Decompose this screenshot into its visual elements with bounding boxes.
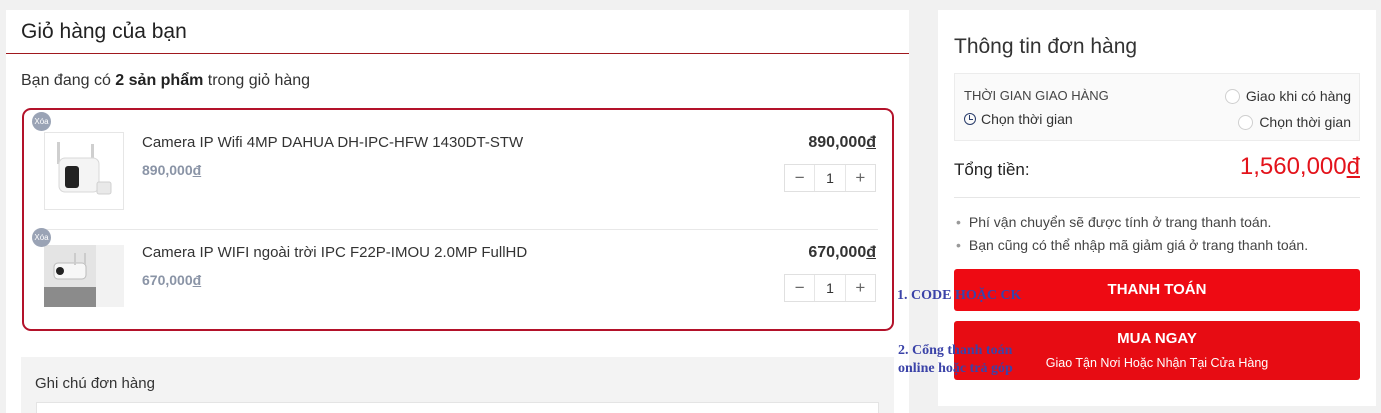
order-note-input[interactable] (36, 402, 879, 413)
qty-input[interactable]: 1 (815, 165, 844, 191)
cart-item: Xóa Camera IP WIFI ngoài trời IPC F22P-I… (32, 228, 878, 340)
delete-item-button[interactable]: Xóa (32, 112, 51, 131)
choose-time-link[interactable]: Chọn thời gian (964, 111, 1073, 127)
currency-symbol: đ (192, 272, 202, 288)
cart-title: Giỏ hàng của bạn (6, 10, 909, 54)
annotation-code-transfer: 1. CODE HOẶC CK (897, 288, 1022, 303)
option-deliver-when-available[interactable]: Giao khi có hàng (1224, 88, 1351, 104)
delivery-time-label: THỜI GIAN GIAO HÀNG (964, 88, 1109, 103)
buy-now-sublabel: Giao Tận Nơi Hoặc Nhận Tại Cửa Hàng (1045, 356, 1269, 370)
total-value: 1,560,000đ (1240, 153, 1360, 181)
subtitle-prefix: Bạn đang có (21, 72, 116, 89)
note-item: Phí vận chuyển sẽ được tính ở trang than… (956, 214, 1308, 230)
annotation-payment-gateway: 2. Cổng thanh toán online hoặc trả góp (898, 342, 1013, 378)
unit-price-value: 670,000 (142, 272, 193, 288)
delete-item-button[interactable]: Xóa (32, 228, 51, 247)
qty-input[interactable]: 1 (815, 275, 844, 301)
product-name[interactable]: Camera IP WIFI ngoài trời IPC F22P-IMOU … (142, 244, 527, 261)
product-price: 890,000đ (808, 134, 876, 152)
subtitle-count: 2 sản phẩm (115, 72, 204, 89)
total-label: Tổng tiền: (954, 160, 1030, 179)
choose-time-label: Chọn thời gian (981, 111, 1073, 127)
currency-symbol: đ (866, 244, 876, 261)
cart-panel: Giỏ hàng của bạn Bạn đang có 2 sản phẩm … (6, 10, 909, 413)
note-item: Bạn cũng có thể nhập mã giảm giá ở trang… (956, 237, 1308, 253)
qty-increase-button[interactable]: + (844, 275, 875, 301)
total-amount: 1,560,000 (1239, 153, 1347, 180)
product-image[interactable] (44, 132, 124, 210)
option-label: Chọn thời gian (1259, 114, 1351, 130)
camera-bullet-icon (57, 142, 112, 195)
radio-button[interactable] (1224, 88, 1240, 104)
qty-decrease-button[interactable]: − (785, 165, 816, 191)
product-image[interactable] (44, 245, 124, 307)
order-title: Thông tin đơn hàng (954, 35, 1138, 58)
product-price: 670,000đ (808, 244, 876, 262)
unit-price-value: 890,000 (142, 162, 193, 178)
cart-subtitle: Bạn đang có 2 sản phẩm trong giỏ hàng (21, 72, 310, 90)
total-row: Tổng tiền: 1,560,000đ (954, 153, 1360, 198)
qty-decrease-button[interactable]: − (785, 275, 816, 301)
product-unit-price: 670,000đ (142, 272, 201, 288)
cart-item: Xóa Camera IP Wifi 4MP DAHUA DH-IPC-HFW … (32, 112, 878, 230)
radio-button[interactable] (1238, 114, 1254, 130)
camera-outdoor-icon (44, 245, 124, 307)
annotation-line: online hoặc trả góp (898, 361, 1013, 376)
option-label: Giao khi có hàng (1245, 88, 1351, 104)
clock-icon (964, 113, 976, 125)
order-notes: Phí vận chuyển sẽ được tính ở trang than… (956, 214, 1308, 260)
annotation-line: 2. Cổng thanh toán (898, 343, 1013, 358)
currency-symbol: đ (192, 162, 202, 178)
buy-now-button[interactable]: MUA NGAY Giao Tận Nơi Hoặc Nhận Tại Cửa … (954, 321, 1360, 380)
option-choose-time[interactable]: Chọn thời gian (1238, 114, 1351, 130)
delivery-time-section: THỜI GIAN GIAO HÀNG Chọn thời gian Giao … (954, 73, 1360, 141)
buy-now-label: MUA NGAY (1117, 330, 1197, 347)
currency-symbol: đ (1346, 153, 1360, 180)
currency-symbol: đ (866, 134, 876, 151)
price-value: 890,000 (808, 134, 867, 151)
subtitle-suffix: trong giỏ hàng (203, 72, 311, 89)
product-name[interactable]: Camera IP Wifi 4MP DAHUA DH-IPC-HFW 1430… (142, 134, 523, 151)
product-unit-price: 890,000đ (142, 162, 201, 178)
quantity-stepper: − 1 + (784, 164, 876, 192)
cart-items-list: Xóa Camera IP Wifi 4MP DAHUA DH-IPC-HFW … (22, 108, 894, 331)
order-note-label: Ghi chú đơn hàng (35, 375, 155, 392)
quantity-stepper: − 1 + (784, 274, 876, 302)
order-note-section: Ghi chú đơn hàng (21, 357, 894, 413)
price-value: 670,000 (808, 244, 867, 261)
qty-increase-button[interactable]: + (844, 165, 875, 191)
